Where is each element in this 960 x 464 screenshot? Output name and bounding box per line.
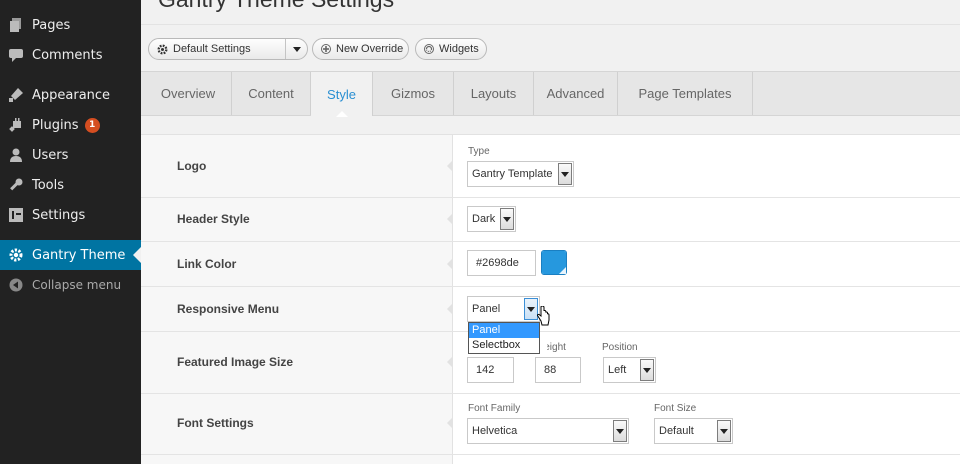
widgets-button[interactable]: Widgets bbox=[415, 38, 487, 60]
new-override-button[interactable]: New Override bbox=[312, 38, 409, 60]
collapse-menu-label: Collapse menu bbox=[32, 278, 122, 292]
link-color-label: Link Color bbox=[177, 257, 237, 271]
sidebar-item-pages[interactable]: Pages bbox=[0, 10, 141, 40]
tools-icon bbox=[8, 177, 24, 193]
widgets-icon bbox=[424, 44, 434, 54]
tab-gizmos[interactable]: Gizmos bbox=[373, 72, 454, 115]
plugins-icon bbox=[8, 117, 24, 133]
sidebar-item-appearance[interactable]: Appearance bbox=[0, 80, 141, 110]
chevron-down-icon[interactable] bbox=[285, 39, 307, 59]
row-pointer bbox=[447, 214, 452, 224]
font-family-select[interactable]: Helvetica bbox=[467, 418, 629, 444]
font-size-value: Default bbox=[659, 425, 694, 437]
header-divider bbox=[141, 24, 960, 25]
row-pointer bbox=[447, 357, 452, 367]
tab-content[interactable]: Content bbox=[232, 72, 311, 115]
logo-type-value: Gantry Template bbox=[472, 168, 553, 180]
sidebar-item-label: Pages bbox=[32, 17, 71, 33]
comments-icon bbox=[8, 47, 24, 63]
widgets-label: Widgets bbox=[439, 43, 479, 55]
chevron-down-icon[interactable] bbox=[717, 420, 731, 442]
logo-type-label: Type bbox=[468, 146, 490, 157]
default-settings-label: Default Settings bbox=[173, 43, 251, 55]
tab-overview[interactable]: Overview bbox=[145, 72, 232, 115]
settings-icon bbox=[8, 207, 24, 223]
update-count-badge: 1 bbox=[84, 117, 100, 133]
font-settings-label: Font Settings bbox=[177, 416, 254, 430]
tab-style[interactable]: Style bbox=[311, 72, 373, 117]
row-pointer bbox=[447, 259, 452, 269]
row-divider bbox=[141, 393, 960, 394]
sidebar-item-tools[interactable]: Tools bbox=[0, 170, 141, 200]
responsive-menu-select[interactable]: Panel bbox=[467, 296, 540, 322]
sidebar-item-label: Comments bbox=[32, 47, 103, 63]
sidebar-item-settings[interactable]: Settings bbox=[0, 200, 141, 230]
image-position-label: Position bbox=[602, 342, 638, 353]
sidebar-item-users[interactable]: Users bbox=[0, 140, 141, 170]
sidebar-item-comments[interactable]: Comments bbox=[0, 40, 141, 70]
gear-icon bbox=[157, 44, 168, 55]
image-height-input[interactable]: 88 bbox=[535, 357, 581, 383]
default-settings-dropdown[interactable]: Default Settings bbox=[148, 38, 308, 60]
new-override-label: New Override bbox=[336, 43, 404, 55]
tab-page-templates[interactable]: Page Templates bbox=[618, 72, 753, 115]
image-width-input[interactable]: 142 bbox=[467, 357, 514, 383]
header-style-select[interactable]: Dark bbox=[467, 206, 516, 232]
responsive-menu-options: Panel Selectbox bbox=[468, 322, 540, 354]
image-position-select[interactable]: Left bbox=[603, 357, 656, 383]
responsive-menu-value: Panel bbox=[472, 303, 501, 315]
users-icon bbox=[8, 147, 24, 163]
pages-icon bbox=[8, 17, 24, 33]
sidebar-item-label: Gantry Theme bbox=[32, 247, 126, 263]
logo-label: Logo bbox=[177, 159, 207, 173]
link-color-swatch[interactable] bbox=[541, 250, 567, 275]
sidebar-item-plugins[interactable]: Plugins 1 bbox=[0, 110, 141, 140]
sidebar-item-label: Tools bbox=[32, 177, 65, 193]
settings-tabs: Overview Content Style Gizmos Layouts Ad… bbox=[141, 71, 960, 117]
collapse-arrow-icon bbox=[8, 277, 24, 293]
image-width-value: 142 bbox=[476, 364, 495, 376]
tab-advanced[interactable]: Advanced bbox=[534, 72, 618, 115]
featured-image-size-label: Featured Image Size bbox=[177, 355, 294, 369]
link-color-input[interactable]: #2698de bbox=[467, 250, 536, 276]
row-divider bbox=[141, 241, 960, 242]
chevron-down-icon[interactable] bbox=[640, 359, 654, 381]
tab-layouts[interactable]: Layouts bbox=[454, 72, 534, 115]
font-family-label: Font Family bbox=[468, 403, 521, 414]
font-size-select[interactable]: Default bbox=[654, 418, 733, 444]
row-divider bbox=[141, 286, 960, 287]
plus-icon bbox=[321, 44, 331, 54]
chevron-down-icon[interactable] bbox=[613, 420, 627, 442]
image-height-value: 88 bbox=[544, 364, 557, 376]
sidebar-item-label: Settings bbox=[32, 207, 86, 223]
admin-sidebar: Pages Comments Appearance Plugins 1 User… bbox=[0, 0, 141, 464]
font-size-label: Font Size bbox=[654, 403, 697, 414]
page-title: Gantry Theme Settings bbox=[158, 0, 394, 13]
option-selectbox[interactable]: Selectbox bbox=[469, 338, 539, 353]
chevron-down-icon[interactable] bbox=[558, 163, 572, 185]
option-panel[interactable]: Panel bbox=[469, 323, 539, 338]
row-pointer bbox=[447, 418, 452, 428]
image-position-value: Left bbox=[608, 364, 627, 376]
gear-icon bbox=[8, 247, 24, 263]
sidebar-item-gantry-theme[interactable]: Gantry Theme bbox=[0, 240, 141, 270]
sidebar-item-label: Appearance bbox=[32, 87, 111, 103]
row-divider bbox=[141, 197, 960, 198]
row-pointer bbox=[447, 304, 452, 314]
font-family-value: Helvetica bbox=[472, 425, 518, 437]
mouse-cursor-icon bbox=[536, 305, 550, 330]
row-divider bbox=[141, 454, 960, 455]
row-divider bbox=[141, 331, 960, 332]
chevron-down-icon[interactable] bbox=[500, 208, 514, 230]
sidebar-item-label: Users bbox=[32, 147, 69, 163]
appearance-icon bbox=[8, 87, 24, 103]
sidebar-item-label: Plugins bbox=[32, 117, 79, 133]
collapse-menu-button[interactable]: Collapse menu bbox=[0, 270, 141, 300]
header-style-value: Dark bbox=[472, 213, 496, 225]
header-style-label: Header Style bbox=[177, 212, 250, 226]
responsive-menu-label: Responsive Menu bbox=[177, 302, 280, 316]
logo-type-select[interactable]: Gantry Template bbox=[467, 161, 574, 187]
link-color-value: #2698de bbox=[476, 257, 519, 269]
row-pointer bbox=[447, 161, 452, 171]
